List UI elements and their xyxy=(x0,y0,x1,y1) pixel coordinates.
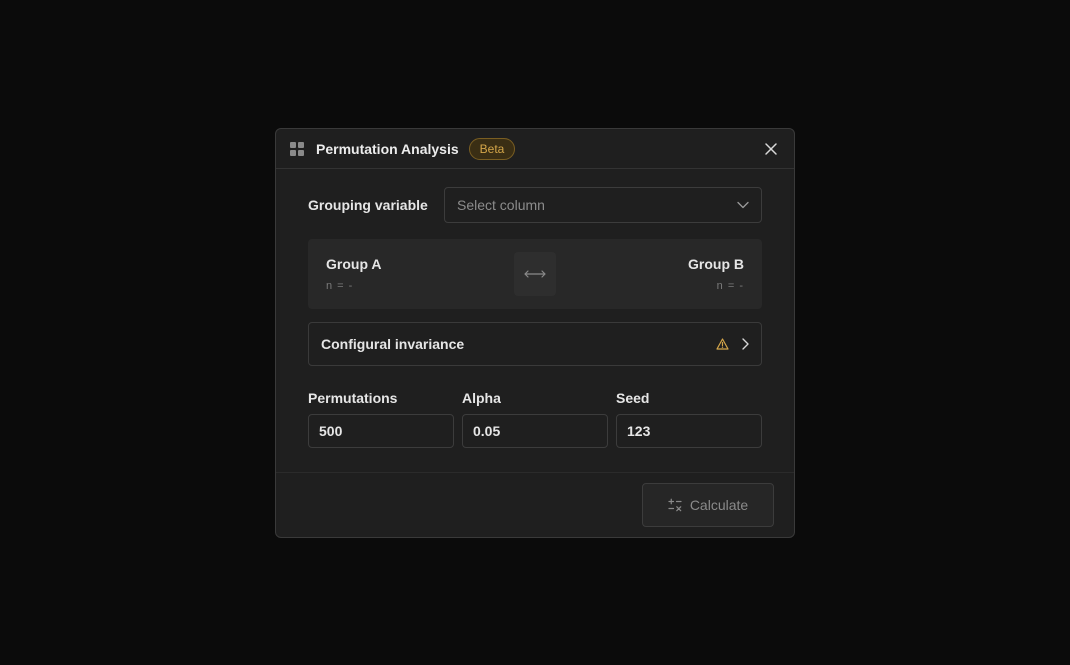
swap-arrows-icon xyxy=(524,270,546,278)
alpha-label: Alpha xyxy=(462,390,501,406)
permutations-field: Permutations 500 xyxy=(308,390,454,448)
swap-groups-button[interactable] xyxy=(514,252,556,296)
permutations-label: Permutations xyxy=(308,390,398,406)
alpha-input[interactable]: 0.05 xyxy=(462,414,608,448)
params-row: Permutations 500 Alpha 0.05 Seed 123 xyxy=(308,390,762,448)
permutations-input[interactable]: 500 xyxy=(308,414,454,448)
group-b-count: n = - xyxy=(716,280,744,292)
seed-label: Seed xyxy=(616,390,650,406)
chevron-right-icon xyxy=(742,338,749,350)
grouping-placeholder: Select column xyxy=(457,197,545,213)
calculator-icon xyxy=(668,498,682,512)
seed-field: Seed 123 xyxy=(616,390,762,448)
group-a-count: n = - xyxy=(326,280,354,292)
chevron-down-icon xyxy=(737,201,749,209)
dialog-title: Permutation Analysis xyxy=(316,140,459,157)
invariance-label: Configural invariance xyxy=(321,336,465,352)
group-b-name: Group B xyxy=(688,256,744,272)
grid-icon xyxy=(290,141,304,156)
group-a: Group A n = - xyxy=(326,256,381,292)
grouping-label: Grouping variable xyxy=(308,197,428,213)
group-a-name: Group A xyxy=(326,256,382,272)
dialog-body: Grouping variable Select column Group A … xyxy=(276,169,794,448)
calculate-button[interactable]: Calculate xyxy=(642,483,774,527)
alpha-field: Alpha 0.05 xyxy=(462,390,608,448)
beta-badge: Beta xyxy=(468,137,516,160)
dialog-footer: Calculate xyxy=(276,472,794,537)
group-b: Group B n = - xyxy=(688,256,744,292)
seed-input[interactable]: 123 xyxy=(616,414,762,448)
close-icon xyxy=(765,142,777,155)
permutation-dialog: Permutation Analysis Beta Grouping varia… xyxy=(275,128,795,538)
configural-invariance-row[interactable]: Configural invariance xyxy=(308,322,762,366)
close-button[interactable] xyxy=(762,140,780,158)
dialog-header: Permutation Analysis Beta xyxy=(276,129,794,169)
grouping-row: Grouping variable Select column xyxy=(308,187,762,223)
grouping-select[interactable]: Select column xyxy=(444,187,762,223)
calculate-label: Calculate xyxy=(689,497,749,513)
groups-panel: Group A n = - Group B n = - xyxy=(308,239,762,309)
warning-icon xyxy=(716,338,729,350)
